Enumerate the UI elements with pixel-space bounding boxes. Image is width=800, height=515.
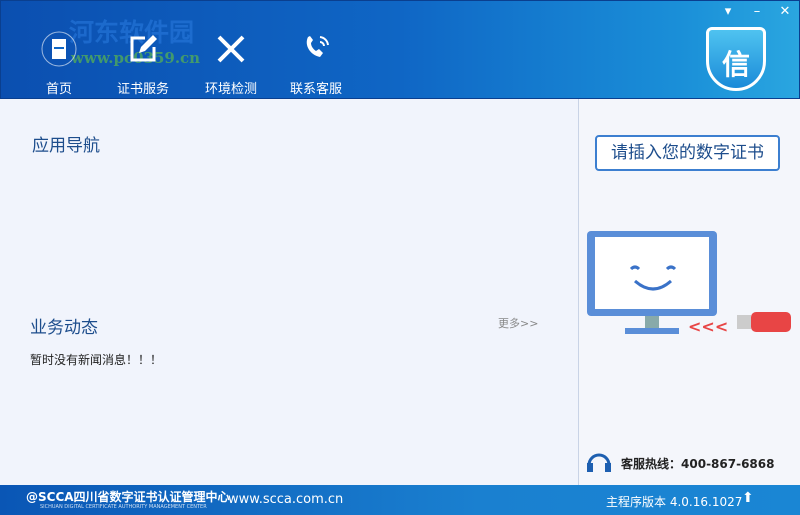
- home-icon: [14, 29, 104, 69]
- scca-logo: @SCCA四川省数字证书认证管理中心: [26, 490, 230, 504]
- more-link[interactable]: 更多>>: [498, 315, 538, 331]
- menu-button[interactable]: ▾: [717, 3, 739, 21]
- nav-cert-label: 证书服务: [116, 82, 169, 97]
- insert-cert-button[interactable]: 请插入您的数字证书: [595, 135, 780, 171]
- monitor-usb-icon: <<<: [587, 231, 791, 336]
- tools-icon: [186, 29, 276, 69]
- news-empty-text: 暂时没有新闻消息！！！: [30, 353, 163, 367]
- upgrade-arrow-icon[interactable]: ⬆: [742, 490, 754, 506]
- footer-bar: @SCCA四川省数字证书认证管理中心 SICHUAN DIGITAL CERTI…: [0, 485, 800, 515]
- version-label: 主程序版本: [606, 495, 667, 509]
- nav-contact[interactable]: 联系客服: [271, 29, 361, 97]
- phone-icon: [271, 29, 361, 69]
- nav-cert-service[interactable]: 证书服务: [98, 29, 188, 97]
- close-button[interactable]: ✕: [774, 3, 796, 21]
- headset-icon: [587, 453, 611, 472]
- minimize-button[interactable]: –: [746, 3, 768, 21]
- nav-home[interactable]: 首页: [14, 29, 104, 97]
- app-nav-title: 应用导航: [32, 136, 100, 156]
- hotline-label: 客服热线：: [621, 457, 682, 471]
- nav-env-label: 环境检测: [204, 82, 257, 97]
- header-bar: 河东软件园 www.pc0359.cn 首页 证书服务 环境检测 联系客服 ▾ …: [0, 0, 800, 99]
- nav-contact-label: 联系客服: [289, 82, 342, 97]
- edit-icon: [98, 29, 188, 69]
- hotline-number: 400-867-6868: [681, 457, 775, 471]
- news-title: 业务动态: [30, 318, 98, 338]
- scca-logo-sub: SICHUAN DIGITAL CERTIFICATE AUTHORITY MA…: [40, 504, 207, 510]
- trust-badge-icon: 信: [706, 27, 766, 91]
- nav-home-label: 首页: [45, 82, 72, 97]
- website-link[interactable]: www.scca.com.cn: [228, 492, 343, 507]
- main-panel: 应用导航 业务动态 更多>> 暂时没有新闻消息！！！: [0, 99, 578, 485]
- nav-env-check[interactable]: 环境检测: [186, 29, 276, 97]
- version-number: 4.0.16.1027: [669, 495, 743, 509]
- side-panel: 请插入您的数字证书 <<< 客服热线：400-867-6868: [578, 99, 800, 485]
- svg-text:<<<: <<<: [688, 317, 728, 336]
